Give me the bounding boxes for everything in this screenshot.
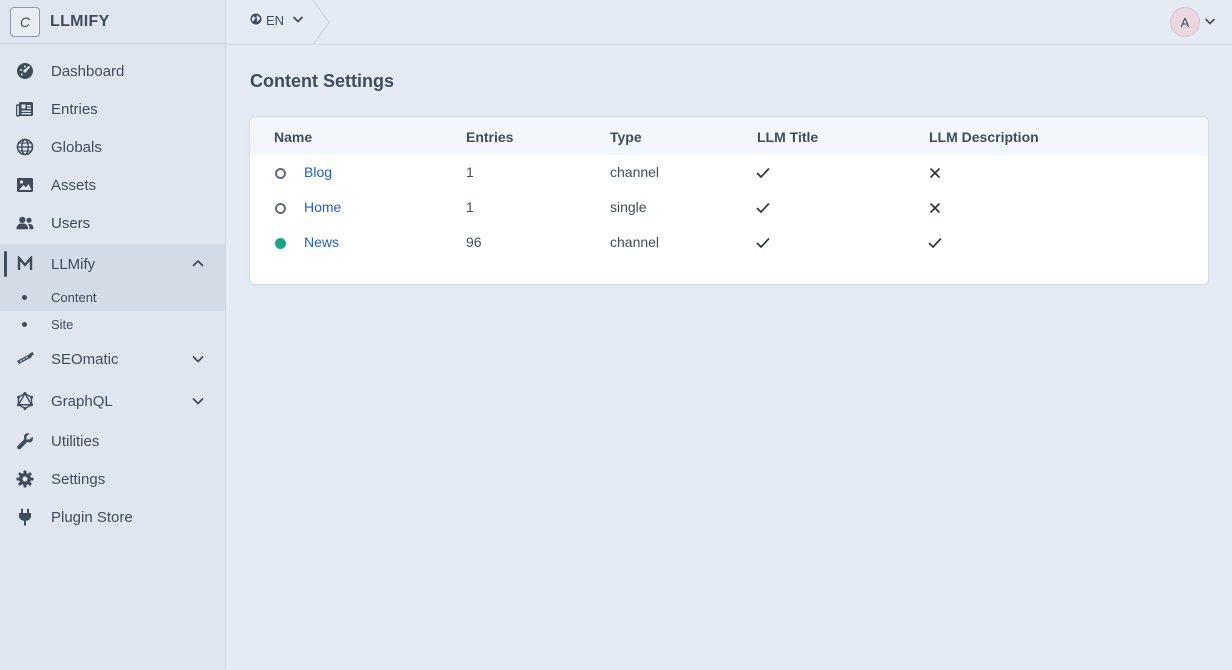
section-link[interactable]: News: [304, 234, 339, 250]
wrench-icon: [16, 432, 34, 450]
section-type: channel: [610, 164, 660, 180]
status-enabled-icon: [275, 238, 286, 249]
sidebar-item-label: Users: [51, 214, 91, 232]
llmify-m-icon: [16, 255, 34, 273]
sidebar-item-label: Plugin Store: [51, 508, 133, 526]
sidebar-item-utilities[interactable]: Utilities: [0, 422, 225, 460]
entries-count: 96: [466, 234, 482, 250]
sidebar-nav: Dashboard Entries Globals Assets Users L…: [0, 44, 225, 536]
column-header-name[interactable]: Name: [274, 129, 312, 145]
page-title: Content Settings: [250, 71, 394, 91]
column-header-type[interactable]: Type: [610, 129, 642, 145]
sidebar-item-assets[interactable]: Assets: [0, 166, 225, 204]
column-header-llm-title[interactable]: LLM Title: [757, 129, 818, 145]
column-header-entries[interactable]: Entries: [466, 129, 513, 145]
sidebar-item-label: Assets: [51, 176, 97, 194]
content-settings-table: Name Entries Type LLM Title LLM Descript…: [250, 117, 1208, 284]
table-row: Blog 1 channel: [250, 155, 1208, 190]
topbar: EN A: [226, 0, 1232, 46]
chevron-down-icon: [1204, 14, 1216, 32]
check-icon: [756, 201, 770, 215]
sidebar-item-label: Globals: [51, 138, 102, 156]
sidebar-item-dashboard[interactable]: Dashboard: [0, 52, 225, 90]
account-menu[interactable]: A: [1170, 7, 1216, 37]
status-disabled-icon: [275, 168, 286, 179]
cross-icon: [928, 166, 942, 180]
section-type: channel: [610, 234, 660, 250]
sidebar-item-label: Dashboard: [51, 62, 125, 80]
table-row: Home 1 single: [250, 190, 1208, 225]
site-switcher[interactable]: EN: [250, 13, 304, 28]
globe-icon: [16, 138, 34, 156]
check-icon: [928, 236, 942, 250]
brand-name: LLMIFY: [50, 12, 110, 30]
sidebar-item-users[interactable]: Users: [0, 204, 225, 242]
image-icon: [16, 176, 34, 194]
sidebar-item-plugin-store[interactable]: Plugin Store: [0, 498, 225, 536]
sidebar-subitem-label: Content: [51, 290, 97, 305]
check-icon: [756, 166, 770, 180]
brand-logo: C: [10, 6, 40, 37]
status-disabled-icon: [275, 203, 286, 214]
chevron-down-icon[interactable]: [191, 352, 205, 366]
sidebar-subitem-content[interactable]: Content: [0, 284, 225, 311]
chevron-down-icon: [292, 13, 304, 28]
sidebar-item-label: Utilities: [51, 432, 100, 450]
bullet-icon: [22, 322, 27, 327]
sidebar-item-label: Entries: [51, 100, 98, 118]
avatar: A: [1170, 7, 1200, 37]
section-link[interactable]: Blog: [304, 164, 332, 180]
section-type: single: [610, 199, 647, 215]
section-link[interactable]: Home: [304, 199, 341, 215]
site-label: EN: [266, 13, 285, 28]
table-header: Name Entries Type LLM Title LLM Descript…: [250, 117, 1208, 155]
check-icon: [756, 236, 770, 250]
bullet-icon: [22, 295, 27, 300]
newspaper-icon: [16, 100, 34, 118]
sidebar-subitem-label: Site: [51, 317, 74, 332]
users-icon: [16, 214, 34, 232]
gear-icon: [16, 470, 34, 488]
sidebar-item-graphql[interactable]: GraphQL: [0, 380, 225, 422]
sidebar-item-globals[interactable]: Globals: [0, 128, 225, 166]
gauge-icon: [16, 62, 34, 80]
sidebar-item-settings[interactable]: Settings: [0, 460, 225, 498]
sidebar-item-llmify[interactable]: LLMify: [0, 244, 225, 284]
chevron-up-icon[interactable]: [191, 256, 205, 270]
sidebar-item-label: SEOmatic: [51, 350, 119, 368]
seomatic-icon: [16, 350, 34, 368]
entries-count: 1: [466, 199, 474, 215]
cross-icon: [928, 201, 942, 215]
sidebar: C LLMIFY Dashboard Entries Globals Asset…: [0, 0, 226, 670]
plug-icon: [16, 508, 34, 526]
column-header-llm-description[interactable]: LLM Description: [929, 129, 1039, 145]
graphql-icon: [16, 392, 34, 410]
sidebar-item-label: GraphQL: [51, 392, 113, 410]
brand[interactable]: C LLMIFY: [0, 0, 225, 44]
sidebar-item-label: LLMify: [51, 255, 96, 273]
sidebar-subitem-site[interactable]: Site: [0, 311, 225, 338]
table-row: News 96 channel: [250, 225, 1208, 260]
sidebar-item-entries[interactable]: Entries: [0, 90, 225, 128]
globe-icon: [250, 13, 262, 28]
breadcrumb-separator: [312, 0, 332, 50]
sidebar-item-label: Settings: [51, 470, 106, 488]
entries-count: 1: [466, 164, 474, 180]
chevron-down-icon[interactable]: [191, 394, 205, 408]
sidebar-item-seomatic[interactable]: SEOmatic: [0, 338, 225, 380]
